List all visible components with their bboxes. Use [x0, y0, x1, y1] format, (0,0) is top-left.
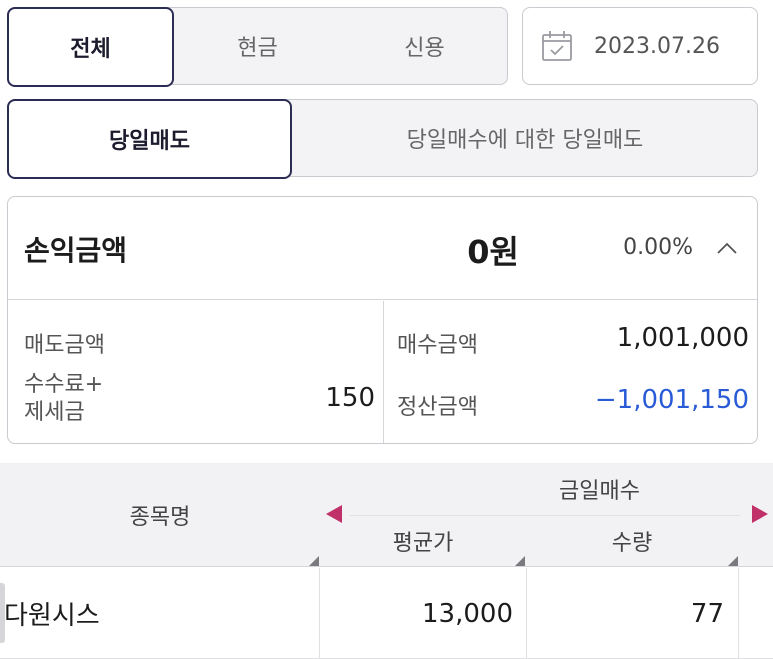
buy-amount-label: 매수금액: [397, 333, 478, 358]
table-header: 종목명 금일매수 평균가 수량: [0, 463, 773, 567]
settlement-value: −1,001,150: [594, 385, 749, 415]
stock-name: 다원시스: [4, 601, 100, 631]
chevron-up-icon[interactable]: [715, 237, 739, 261]
fee-tax-label: 수수료+ 제세금: [24, 371, 103, 427]
tab-credit[interactable]: 신용: [341, 8, 508, 84]
header-avg-price[interactable]: 평균가: [320, 515, 526, 567]
date-value: 2023.07.26: [594, 33, 720, 59]
profit-loss-amount: 0원: [467, 233, 519, 271]
column-resize-handle[interactable]: [728, 556, 738, 566]
fee-tax-label-line1: 수수료+: [24, 372, 104, 397]
scroll-left-arrow-icon[interactable]: [326, 505, 342, 523]
row-edge-tab: [0, 583, 5, 643]
header-quantity[interactable]: 수량: [526, 515, 738, 567]
quantity-value: 77: [690, 598, 724, 629]
profit-loss-header[interactable]: 손익금액 0원 0.00%: [8, 197, 757, 300]
header-today-buy: 금일매수: [559, 479, 640, 504]
profit-loss-card: 손익금액 0원 0.00% 매도금액 수수료+ 제세금 150 매수금액 1,0…: [7, 196, 758, 444]
settlement-label: 정산금액: [397, 395, 478, 420]
avg-price-value: 13,000: [422, 598, 513, 629]
header-stock-name[interactable]: 종목명: [0, 463, 320, 567]
details-divider: [383, 301, 384, 443]
fee-tax-value: 150: [325, 383, 375, 413]
column-resize-handle[interactable]: [309, 556, 319, 566]
column-resize-handle[interactable]: [515, 556, 525, 566]
tab-same-day-sell[interactable]: 당일매도: [7, 99, 292, 179]
profit-loss-label: 손익금액: [24, 234, 128, 267]
date-picker[interactable]: 2023.07.26: [522, 7, 758, 85]
page: 전체 현금 신용 2023.07.26 당일매도 당일매수에 대한 당일매도 손…: [0, 0, 773, 659]
profit-loss-details: 매도금액 수수료+ 제세금 150 매수금액 1,001,000 정산금액 −1…: [8, 301, 757, 443]
cell-divider: [738, 568, 739, 659]
profit-loss-rate: 0.00%: [623, 235, 693, 260]
tab-same-day-buy-sell[interactable]: 당일매수에 대한 당일매도: [292, 100, 758, 176]
scroll-right-arrow-icon[interactable]: [752, 505, 768, 523]
tab-cash[interactable]: 현금: [174, 8, 341, 84]
tab-all[interactable]: 전체: [7, 7, 174, 87]
buy-amount-value: 1,001,000: [616, 323, 749, 353]
sell-amount-label: 매도금액: [24, 333, 105, 358]
account-type-segment: 전체 현금 신용: [7, 7, 508, 87]
calendar-icon: [542, 31, 572, 61]
fee-tax-label-line2: 제세금: [24, 400, 85, 425]
table-row[interactable]: 다원시스 13,000 77: [0, 568, 773, 659]
sell-type-segment: 당일매도 당일매수에 대한 당일매도: [7, 99, 758, 179]
